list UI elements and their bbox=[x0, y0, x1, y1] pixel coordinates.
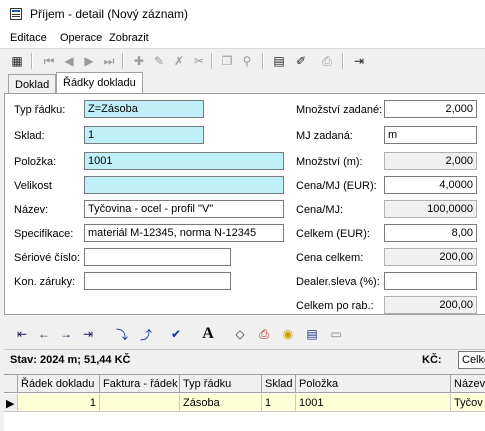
specifikace-field[interactable]: materiál M-12345, norma N-12345 bbox=[84, 224, 284, 242]
tab-doklad[interactable]: Doklad bbox=[8, 74, 57, 93]
toolbar-separator bbox=[262, 53, 264, 69]
title-bar: Příjem - detail (Nový záznam) bbox=[0, 0, 485, 28]
first-record-icon[interactable]: ⏮ bbox=[40, 52, 58, 70]
col-header-polozka[interactable]: Položka bbox=[296, 375, 451, 393]
label-kon-zaruky: Kon. záruky: bbox=[14, 276, 76, 288]
label-velikost: Velikost bbox=[14, 180, 52, 192]
menu-editace[interactable]: Editace bbox=[10, 32, 47, 44]
label-polozka: Položka: bbox=[14, 156, 57, 168]
edit-record-icon[interactable]: ✎ bbox=[150, 52, 168, 70]
menu-operace[interactable]: Operace bbox=[60, 32, 102, 44]
toolbar-separator bbox=[211, 53, 213, 69]
cena-mj-eur-field[interactable]: 4,0000 bbox=[384, 176, 477, 194]
table-icon[interactable]: ▤ bbox=[270, 52, 288, 70]
attach-icon[interactable]: ✐ bbox=[292, 52, 310, 70]
kc-label: KČ: bbox=[422, 354, 442, 366]
sklad-field[interactable]: 1 bbox=[84, 126, 204, 144]
label-cena-mj-eur: Cena/MJ (EUR): bbox=[296, 180, 377, 192]
window-title: Příjem - detail (Nový záznam) bbox=[30, 7, 189, 21]
first-row-icon[interactable]: ⇤ bbox=[12, 325, 32, 343]
dph-icon[interactable]: ▭ bbox=[326, 325, 346, 343]
row-indicator-header bbox=[4, 375, 18, 393]
record-nav-toolbar: ⇤ ← → ⇥ ⤵ ⤴ ✔ A ◇ ⎙ ◉ ▤ ▭ bbox=[4, 321, 485, 347]
velikost-field[interactable] bbox=[84, 176, 284, 194]
cell-polozka[interactable]: 1001 bbox=[296, 394, 451, 412]
seriove-cislo-field[interactable] bbox=[84, 248, 231, 266]
form-icon bbox=[10, 8, 22, 20]
toolbar-separator bbox=[122, 53, 124, 69]
prev-row-icon[interactable]: ← bbox=[34, 325, 54, 343]
label-specifikace: Specifikace: bbox=[14, 228, 74, 240]
cancel-edit-icon[interactable]: ✗ bbox=[170, 52, 188, 70]
mnozstvi-zadane-field[interactable]: 2,000 bbox=[384, 100, 477, 118]
grid-view-icon[interactable]: ▦ bbox=[8, 52, 26, 70]
label-seriove-cislo: Sériové číslo: bbox=[14, 252, 81, 264]
toolbar-separator bbox=[342, 53, 344, 69]
toolbar-separator bbox=[31, 53, 33, 69]
col-header-nazev[interactable]: Název bbox=[451, 375, 485, 393]
toolbar: ▦ ⏮ ◀ ▶ ⏭ ✚ ✎ ✗ ✂ ❐ ⚲ ▤ ✐ ⎙ ⇥ bbox=[0, 49, 485, 73]
last-record-icon[interactable]: ⏭ bbox=[100, 52, 118, 70]
status-bar: Stav: 2024 m; 51,44 KČ KČ: Celke bbox=[4, 349, 485, 372]
row-indicator-icon[interactable]: ▶ bbox=[4, 394, 18, 412]
eraser-icon[interactable]: ◇ bbox=[230, 325, 250, 343]
next-row-icon[interactable]: → bbox=[56, 325, 76, 343]
dealer-sleva-field[interactable] bbox=[384, 272, 477, 290]
celkem-po-rab-value: 200,00 bbox=[384, 296, 477, 314]
col-header-faktura[interactable]: Faktura - řádek bbox=[100, 375, 180, 393]
kon-zaruky-field[interactable] bbox=[84, 272, 231, 290]
delete-record-icon[interactable]: ✂ bbox=[190, 52, 208, 70]
celkem-eur-field[interactable]: 8,00 bbox=[384, 224, 477, 242]
label-cena-mj: Cena/MJ: bbox=[296, 204, 344, 216]
typ-radku-field[interactable]: Z=Zásoba bbox=[84, 100, 204, 118]
list-icon[interactable]: ▤ bbox=[302, 325, 322, 343]
add-record-icon[interactable]: ✚ bbox=[130, 52, 148, 70]
cell-faktura[interactable] bbox=[100, 394, 180, 412]
label-mj-zadana: MJ zadaná: bbox=[296, 130, 353, 142]
cell-nazev[interactable]: Tyčov bbox=[451, 394, 485, 412]
label-dealer-sleva: Dealer.sleva (%): bbox=[296, 276, 380, 288]
insert-row-icon[interactable]: ⤵ bbox=[112, 325, 132, 343]
last-row-icon[interactable]: ⇥ bbox=[78, 325, 98, 343]
label-typ-radku: Typ řádku: bbox=[14, 104, 66, 116]
label-mnozstvi-zadane: Množství zadané: bbox=[296, 104, 383, 116]
check-row-icon[interactable]: ✔ bbox=[166, 325, 186, 343]
label-sklad: Sklad: bbox=[14, 130, 45, 142]
coins-icon[interactable]: ◉ bbox=[278, 325, 298, 343]
cell-typ[interactable]: Zásoba bbox=[180, 394, 262, 412]
label-mnozstvi-m: Množství (m): bbox=[296, 156, 363, 168]
next-record-icon[interactable]: ▶ bbox=[80, 52, 98, 70]
menu-bar: Editace Operace Zobrazit bbox=[0, 28, 485, 49]
col-header-radek[interactable]: Řádek dokladu bbox=[18, 375, 100, 393]
col-header-typ[interactable]: Typ řádku bbox=[180, 375, 262, 393]
prev-record-icon[interactable]: ◀ bbox=[60, 52, 78, 70]
status-text: Stav: 2024 m; 51,44 KČ bbox=[10, 354, 131, 366]
rows-grid: Řádek dokladu Faktura - řádek Typ řádku … bbox=[4, 374, 485, 431]
cena-celkem-value: 200,00 bbox=[384, 248, 477, 266]
print-row-icon[interactable]: ⎙ bbox=[254, 325, 274, 343]
mj-zadana-field[interactable]: m bbox=[384, 126, 477, 144]
find-icon[interactable]: ⚲ bbox=[238, 52, 256, 70]
copy-icon[interactable]: ❐ bbox=[218, 52, 236, 70]
polozka-field[interactable]: 1001 bbox=[84, 152, 284, 170]
nazev-field[interactable]: Tyčovina - ocel - profil "V" bbox=[84, 200, 284, 218]
cell-radek[interactable]: 1 bbox=[18, 394, 100, 412]
append-row-icon[interactable]: ⤴ bbox=[136, 325, 156, 343]
label-nazev: Název: bbox=[14, 204, 49, 216]
label-cena-celkem: Cena celkem: bbox=[296, 252, 364, 264]
col-header-sklad[interactable]: Sklad bbox=[262, 375, 296, 393]
print-icon[interactable]: ⎙ bbox=[318, 52, 336, 70]
font-icon[interactable]: A bbox=[198, 325, 218, 343]
label-celkem-eur: Celkem (EUR): bbox=[296, 228, 370, 240]
tab-radky-dokladu[interactable]: Řádky dokladu bbox=[56, 72, 143, 93]
exit-icon[interactable]: ⇥ bbox=[350, 52, 368, 70]
label-celkem-po-rab: Celkem po rab.: bbox=[296, 300, 374, 312]
mnozstvi-m-value: 2,000 bbox=[384, 152, 477, 170]
cena-mj-value: 100,0000 bbox=[384, 200, 477, 218]
menu-zobrazit[interactable]: Zobrazit bbox=[109, 32, 149, 44]
kc-select[interactable]: Celke bbox=[458, 351, 485, 369]
cell-sklad[interactable]: 1 bbox=[262, 394, 296, 412]
